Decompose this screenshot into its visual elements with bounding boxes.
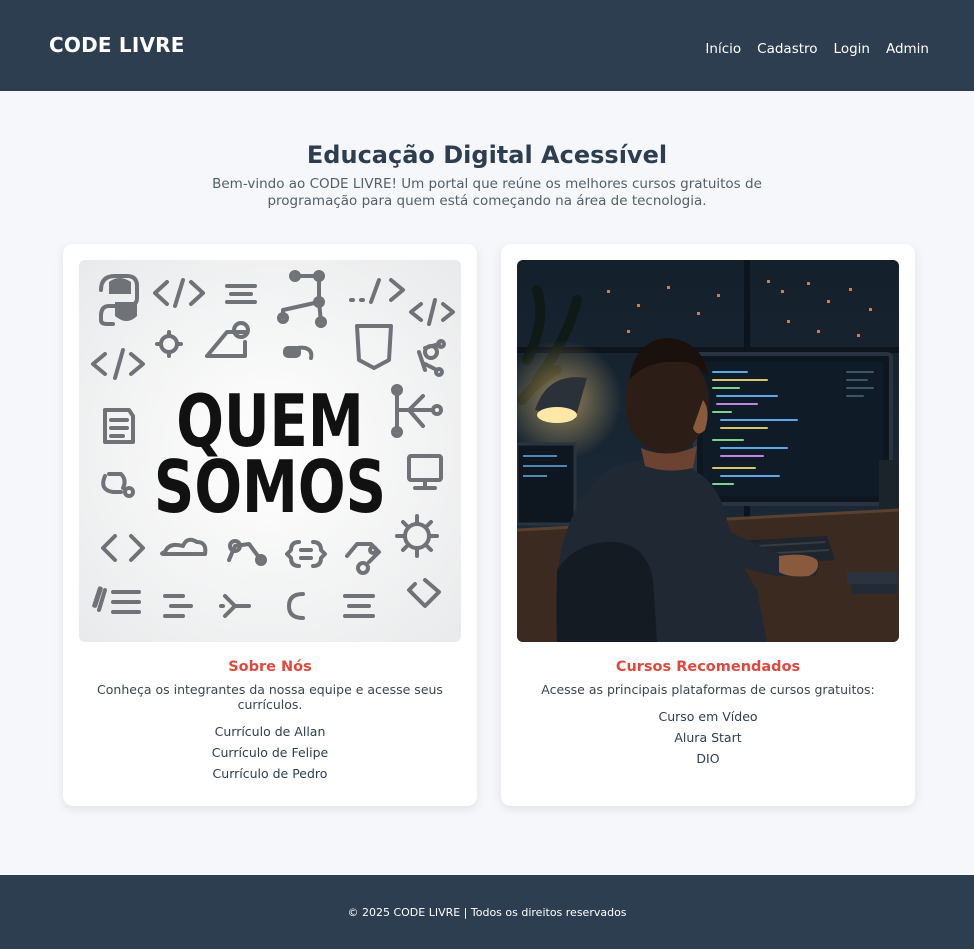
- footer-copyright: © 2025 CODE LIVRE | Todos os direitos re…: [347, 905, 627, 919]
- curriculum-links: Currículo de Allan Currículo de Felipe C…: [79, 721, 461, 784]
- hero-subtitle: Bem-vindo ao CODE LIVRE! Um portal que r…: [212, 176, 762, 209]
- site-header: CODE LIVRE Início Cadastro Login Admin: [0, 0, 974, 91]
- cards-container: QUEM SOMOS Sobre Nós Conheça os integran…: [63, 244, 915, 806]
- programmer-illustration-image: [517, 260, 899, 642]
- page-title: Educação Digital Acessível: [306, 141, 668, 169]
- image-text-somos: SOMOS: [154, 446, 386, 530]
- nav-link-cadastro[interactable]: Cadastro: [757, 41, 817, 57]
- about-title: Sobre Nós: [228, 659, 312, 675]
- link-curriculo-allan[interactable]: Currículo de Allan: [79, 721, 461, 742]
- link-curriculo-pedro[interactable]: Currículo de Pedro: [79, 763, 461, 784]
- courses-title: Cursos Recomendados: [615, 659, 801, 675]
- main-nav: Início Cadastro Login Admin: [705, 41, 929, 57]
- nav-link-login[interactable]: Login: [834, 41, 870, 57]
- about-description: Conheça os integrantes da nossa equipe e…: [97, 682, 443, 712]
- brand-logo[interactable]: CODE LIVRE: [49, 33, 185, 57]
- about-card: QUEM SOMOS Sobre Nós Conheça os integran…: [63, 244, 477, 806]
- hero-section: Educação Digital Acessível Bem-vindo ao …: [0, 91, 974, 210]
- quem-somos-image: QUEM SOMOS: [79, 260, 461, 642]
- course-links: Curso em Vídeo Alura Start DIO: [517, 706, 899, 769]
- link-dio[interactable]: DIO: [517, 748, 899, 769]
- link-alura-start[interactable]: Alura Start: [517, 727, 899, 748]
- site-footer: © 2025 CODE LIVRE | Todos os direitos re…: [0, 875, 974, 949]
- link-curriculo-felipe[interactable]: Currículo de Felipe: [79, 742, 461, 763]
- nav-link-inicio[interactable]: Início: [705, 41, 741, 57]
- courses-description: Acesse as principais plataformas de curs…: [541, 682, 875, 697]
- link-curso-em-video[interactable]: Curso em Vídeo: [517, 706, 899, 727]
- nav-link-admin[interactable]: Admin: [886, 41, 929, 57]
- courses-card: Cursos Recomendados Acesse as principais…: [501, 244, 915, 806]
